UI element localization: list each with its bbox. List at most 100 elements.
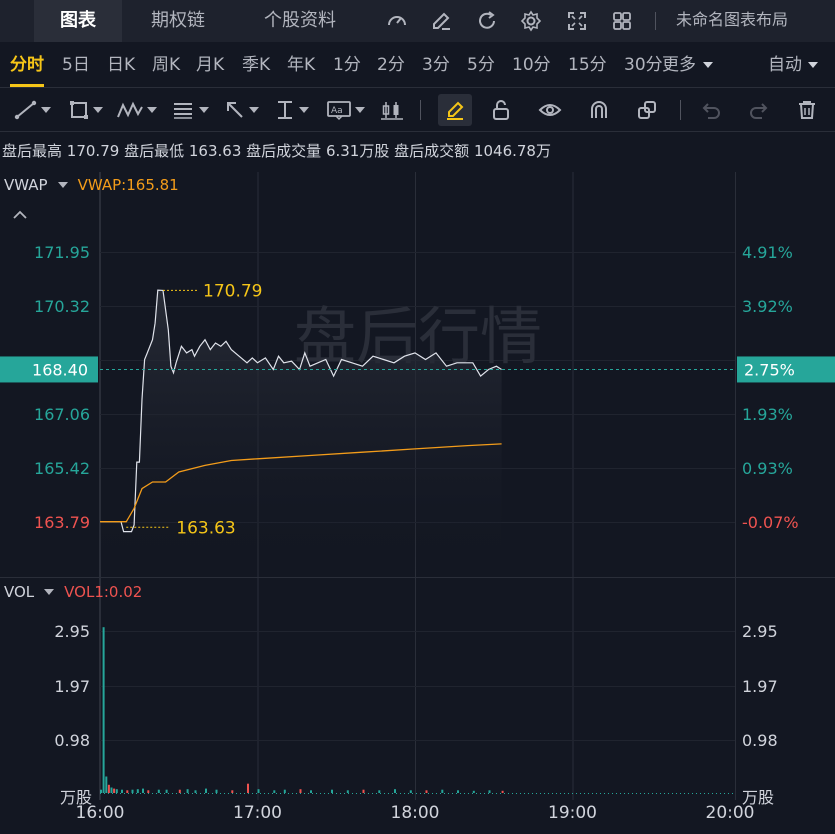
tab-chart[interactable]: 图表 bbox=[34, 0, 122, 42]
chevron-down-icon bbox=[299, 107, 309, 113]
volume-bar bbox=[186, 789, 189, 793]
volume-bar bbox=[501, 790, 504, 793]
volume-bar bbox=[113, 788, 116, 793]
period-year[interactable]: 年K bbox=[287, 52, 315, 78]
time-axis-label: 17:00 bbox=[233, 803, 282, 823]
fullscreen-icon[interactable] bbox=[564, 8, 590, 34]
volume-axis-label-left: 0.98 bbox=[54, 731, 90, 750]
volume-bar bbox=[102, 627, 105, 793]
period-10min[interactable]: 10分 bbox=[512, 52, 551, 78]
volume-bar bbox=[194, 790, 197, 793]
time-axis-label: 16:00 bbox=[76, 803, 125, 823]
volume-label: 盘后成交量 bbox=[246, 142, 322, 160]
volume-bar bbox=[115, 789, 118, 793]
period-intraday[interactable]: 分时 bbox=[10, 52, 44, 87]
highlighter-tool[interactable] bbox=[438, 94, 472, 126]
vol-indicator-name: VOL bbox=[4, 583, 35, 601]
volume-bar bbox=[215, 789, 218, 793]
delete-button[interactable] bbox=[796, 96, 818, 124]
period-week[interactable]: 周K bbox=[152, 52, 180, 78]
trash-icon bbox=[799, 101, 815, 119]
more-periods-dropdown[interactable]: 更多 bbox=[662, 52, 713, 78]
copy-drawing-tool[interactable] bbox=[636, 96, 658, 124]
fibonacci-icon bbox=[174, 103, 192, 119]
highlighter-pen-icon bbox=[447, 101, 464, 120]
rectangle-tool[interactable] bbox=[68, 96, 103, 124]
chevron-down-icon bbox=[703, 62, 713, 68]
fibonacci-tool[interactable] bbox=[172, 96, 209, 124]
volume-bar bbox=[257, 789, 260, 793]
volume-bar bbox=[105, 776, 108, 793]
chevron-down-icon bbox=[93, 107, 103, 113]
volume-bar bbox=[157, 789, 160, 793]
refresh-icon[interactable] bbox=[474, 8, 500, 34]
undo-icon bbox=[702, 103, 720, 119]
indicator-gauge-icon[interactable] bbox=[384, 8, 410, 34]
measure-icon bbox=[278, 101, 292, 119]
volume-bar bbox=[299, 789, 302, 793]
redo-button[interactable] bbox=[748, 96, 770, 124]
auto-dropdown[interactable]: 自动 bbox=[768, 52, 818, 78]
chevron-down-icon bbox=[808, 62, 818, 68]
volume-bar bbox=[283, 789, 286, 793]
min-price-label: 163.63 bbox=[176, 518, 235, 538]
magnet-icon bbox=[591, 101, 607, 118]
visibility-tool[interactable] bbox=[538, 96, 562, 124]
chevron-down-icon bbox=[147, 107, 157, 113]
intraday-chart[interactable]: 盘后行情 170.79163.63 171.95170.32167.06165.… bbox=[0, 168, 835, 834]
period-5d[interactable]: 5日 bbox=[62, 52, 90, 78]
volume-axis-label-left: 2.95 bbox=[54, 622, 90, 641]
volume-bar bbox=[165, 789, 168, 793]
period-3min[interactable]: 3分 bbox=[422, 52, 450, 78]
layout-name-button[interactable]: 未命名图表布局 bbox=[676, 0, 788, 42]
tab-options-chain[interactable]: 期权链 bbox=[132, 0, 224, 42]
eye-icon bbox=[538, 104, 562, 116]
max-price-label: 170.79 bbox=[203, 281, 262, 301]
period-30min[interactable]: 30分 bbox=[624, 52, 663, 78]
lock-tool[interactable] bbox=[490, 96, 512, 124]
arrow-tool[interactable] bbox=[224, 96, 259, 124]
volume-bar bbox=[231, 790, 234, 793]
chevron-down-icon[interactable] bbox=[44, 589, 55, 595]
price-axis-label-left: 170.32 bbox=[34, 297, 90, 316]
layout-grid-icon[interactable] bbox=[609, 8, 635, 34]
candlestick-tool[interactable] bbox=[380, 96, 404, 124]
volume-bar bbox=[107, 784, 110, 793]
period-1min[interactable]: 1分 bbox=[333, 52, 361, 78]
pattern-tool[interactable] bbox=[116, 96, 157, 124]
magnet-tool[interactable] bbox=[588, 96, 610, 124]
time-axis-label: 19:00 bbox=[548, 803, 597, 823]
vwap-legend[interactable]: VWAP VWAP:165.81 bbox=[4, 176, 179, 194]
trend-line-tool[interactable] bbox=[14, 96, 51, 124]
undo-button[interactable] bbox=[700, 96, 722, 124]
period-5min[interactable]: 5分 bbox=[467, 52, 495, 78]
volume-value: 6.31万股 bbox=[325, 142, 390, 160]
volume-bar bbox=[178, 789, 181, 793]
volume-bar bbox=[142, 788, 144, 793]
tab-stock-profile[interactable]: 个股资料 bbox=[240, 0, 360, 42]
period-month[interactable]: 月K bbox=[196, 52, 224, 78]
period-quarter[interactable]: 季K bbox=[242, 52, 270, 78]
volume-bar bbox=[394, 789, 396, 793]
volume-bar bbox=[205, 788, 207, 793]
volume-bar bbox=[409, 790, 412, 793]
volume-bar bbox=[273, 790, 276, 793]
amount-value: 1046.78万 bbox=[473, 142, 551, 160]
period-2min[interactable]: 2分 bbox=[377, 52, 405, 78]
period-15min[interactable]: 15分 bbox=[568, 52, 607, 78]
settings-gear-icon[interactable] bbox=[518, 8, 544, 34]
low-value: 163.63 bbox=[188, 142, 242, 160]
period-day[interactable]: 日K bbox=[107, 52, 135, 78]
volume-bar bbox=[247, 783, 249, 793]
after-hours-stats: 盘后最高 170.79 盘后最低 163.63 盘后成交量 6.31万股 盘后成… bbox=[2, 140, 551, 161]
collapse-chevron-up-icon[interactable] bbox=[12, 206, 28, 225]
text-tool[interactable]: Aa bbox=[326, 96, 365, 124]
measure-tool[interactable] bbox=[274, 96, 309, 124]
edit-icon[interactable] bbox=[428, 8, 454, 34]
vwap-value: VWAP:165.81 bbox=[77, 176, 179, 194]
vol-legend[interactable]: VOL VOL1:0.02 bbox=[4, 583, 142, 601]
high-value: 170.79 bbox=[66, 142, 120, 160]
chevron-down-icon[interactable] bbox=[57, 182, 68, 188]
toolbar-divider bbox=[655, 12, 656, 30]
toolbar-divider bbox=[680, 100, 681, 120]
